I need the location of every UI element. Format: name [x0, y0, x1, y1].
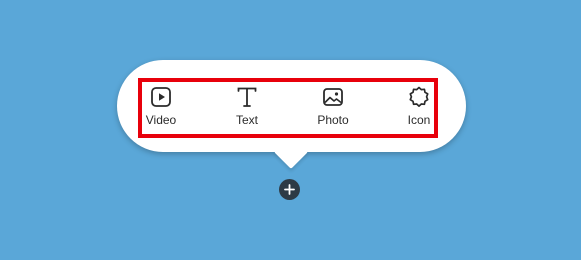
insert-photo-button[interactable]: Photo — [298, 85, 368, 131]
plus-icon — [284, 184, 295, 195]
insert-video-button[interactable]: Video — [126, 85, 196, 131]
video-play-icon — [151, 87, 171, 107]
insert-icon-button[interactable]: Icon — [384, 85, 454, 131]
canvas-background: { "insert_menu": { "items": [ {"label": … — [0, 0, 581, 260]
icon-label: Icon — [407, 113, 431, 127]
photo-label: Photo — [317, 113, 349, 127]
add-block-button[interactable] — [279, 179, 300, 200]
badge-icon — [409, 86, 429, 107]
insert-text-button[interactable]: Text — [212, 85, 282, 131]
text-t-icon — [237, 87, 257, 107]
text-label: Text — [235, 113, 258, 127]
photo-image-icon — [323, 88, 343, 106]
video-label: Video — [145, 113, 177, 127]
